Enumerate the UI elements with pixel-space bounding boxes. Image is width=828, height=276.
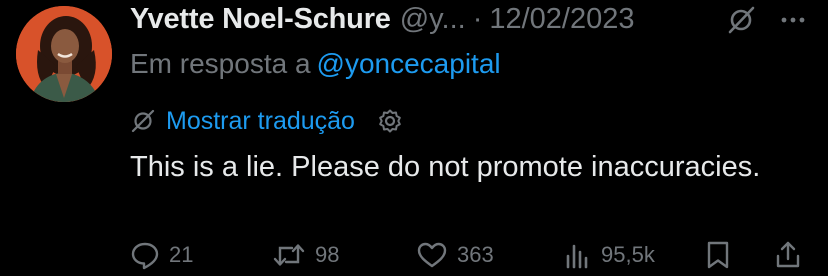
heart-icon	[416, 240, 448, 270]
retweet-button[interactable]: 98	[272, 240, 339, 270]
more-dots-icon[interactable]	[778, 5, 808, 40]
reply-to-mention[interactable]: @yoncecapital	[317, 48, 501, 79]
share-button[interactable]	[774, 240, 802, 270]
author-avatar[interactable]	[16, 6, 112, 102]
bookmark-button[interactable]	[704, 240, 732, 270]
like-count: 363	[457, 242, 494, 267]
tweet-text: This is a lie. Please do not promote ina…	[130, 151, 761, 183]
grok-icon	[130, 108, 156, 134]
author-handle[interactable]: @y...	[400, 3, 466, 36]
retweet-icon	[272, 240, 306, 270]
grok-icon[interactable]	[726, 5, 756, 40]
reply-context: Em resposta a @yoncecapital	[130, 48, 501, 80]
author-display-name[interactable]: Yvette Noel-Schure	[130, 3, 391, 36]
tweet-date[interactable]: 12/02/2023	[489, 3, 634, 36]
tweet-header: Yvette Noel-Schure @y... · 12/02/2023	[130, 2, 820, 36]
translate-row: Mostrar tradução	[130, 104, 403, 138]
views-count: 95,5k	[601, 242, 655, 267]
like-button[interactable]: 363	[416, 240, 494, 270]
gear-icon[interactable]	[377, 108, 403, 134]
header-separator: ·	[472, 2, 483, 35]
bar-chart-icon	[562, 240, 592, 270]
reply-prefix: Em resposta a	[130, 48, 311, 79]
share-icon	[774, 240, 802, 270]
reply-button[interactable]: 21	[130, 240, 193, 270]
views-button[interactable]: 95,5k	[562, 240, 655, 270]
bookmark-icon	[704, 240, 732, 270]
tweet-action-bar: 21 98 363 95,5k	[130, 240, 820, 276]
speech-bubble-icon	[130, 240, 160, 270]
show-translation-link[interactable]: Mostrar tradução	[166, 107, 355, 136]
retweet-count: 98	[315, 242, 340, 267]
avatar-image	[16, 6, 112, 102]
reply-count: 21	[169, 242, 194, 267]
